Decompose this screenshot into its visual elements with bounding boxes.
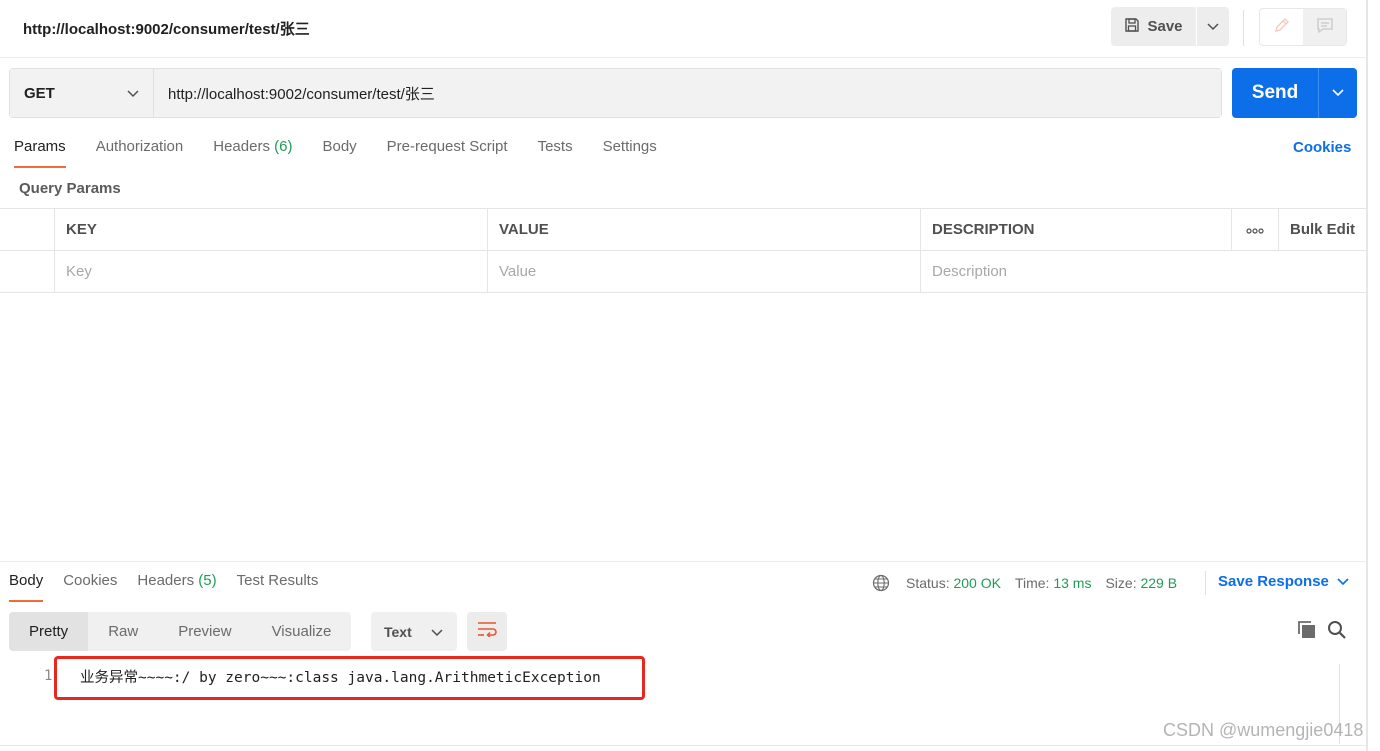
- tab-body[interactable]: Body: [322, 138, 356, 168]
- tab-label: Test Results: [236, 572, 319, 589]
- annotation-highlight-box: [54, 656, 645, 700]
- save-response-label: Save Response: [1218, 573, 1329, 590]
- column-description: DESCRIPTION: [920, 209, 1231, 250]
- tab-label: Headers: [137, 572, 195, 589]
- row-checkbox: [0, 251, 54, 292]
- save-options-button[interactable]: [1197, 7, 1229, 46]
- tab-label: Params: [14, 138, 66, 155]
- params-header-row: KEY VALUE DESCRIPTION Bulk Edit: [0, 209, 1366, 251]
- pencil-icon: [1273, 16, 1291, 39]
- tab-label: Body: [9, 572, 44, 589]
- query-params-title: Query Params: [19, 180, 121, 197]
- tab-label: Body: [322, 138, 357, 155]
- doc-tools: [1259, 8, 1347, 46]
- save-button-group: Save: [1111, 7, 1229, 46]
- method-label: GET: [24, 84, 55, 102]
- line-number: 1: [44, 668, 53, 684]
- watermark: CSDN @wumengjie0418: [1163, 720, 1364, 740]
- save-button[interactable]: Save: [1111, 7, 1196, 46]
- wrap-lines-icon: [476, 621, 498, 642]
- tab-label: Pre-request Script: [386, 138, 508, 155]
- tab-count: (5): [198, 572, 217, 589]
- params-input-row: Key Value Description: [0, 251, 1366, 293]
- tab-pre-request-script[interactable]: Pre-request Script: [387, 138, 508, 168]
- status-value: 200 OK: [953, 575, 1001, 591]
- chevron-down-icon: [1207, 18, 1219, 36]
- method-select[interactable]: GET: [10, 69, 154, 117]
- value-input[interactable]: Value: [487, 251, 920, 292]
- bulk-edit-button[interactable]: Bulk Edit: [1278, 209, 1366, 250]
- response-meta: Status: 200 OK Time: 13 ms Size: 229 B: [872, 573, 1177, 593]
- description-input[interactable]: Description: [920, 251, 1366, 292]
- response-tab-headers[interactable]: Headers (5): [137, 572, 216, 602]
- window-edge: [1366, 0, 1368, 751]
- response-tab-test-results[interactable]: Test Results: [237, 572, 319, 602]
- search-icon[interactable]: [1327, 620, 1347, 645]
- response-tab-body[interactable]: Body: [9, 572, 44, 602]
- tab-params[interactable]: Params: [14, 138, 66, 168]
- format-raw[interactable]: Raw: [88, 612, 158, 651]
- save-response-button[interactable]: Save Response: [1218, 573, 1349, 590]
- save-label: Save: [1147, 18, 1183, 35]
- tab-label: Tests: [537, 138, 573, 155]
- more-options-button[interactable]: [1231, 209, 1278, 250]
- time-label: Time:: [1014, 575, 1050, 591]
- request-tabs: Params Authorization Headers (6) Body Pr…: [14, 138, 687, 168]
- format-toggle: Pretty Raw Preview Visualize: [9, 612, 352, 651]
- row-checkbox-column: [0, 209, 54, 250]
- send-options-button[interactable]: [1318, 68, 1357, 118]
- response-divider: [0, 561, 1366, 562]
- tab-authorization[interactable]: Authorization: [96, 138, 184, 168]
- bottom-divider: [0, 745, 1366, 746]
- more-horizontal-icon: [1246, 221, 1264, 238]
- save-icon: [1124, 17, 1140, 37]
- toolbar-divider: [1243, 10, 1244, 46]
- tab-tests[interactable]: Tests: [538, 138, 573, 168]
- cookies-link[interactable]: Cookies: [1293, 139, 1351, 156]
- tab-label: Cookies: [63, 572, 118, 589]
- size-label: Size:: [1105, 575, 1137, 591]
- body-type-label: Text: [384, 623, 412, 640]
- tab-count: (6): [274, 138, 293, 155]
- tab-label: Headers: [213, 138, 270, 155]
- copy-icon[interactable]: [1297, 620, 1317, 645]
- size-value: 229 B: [1140, 575, 1178, 591]
- url-bar: GET http://localhost:9002/consumer/test/…: [9, 68, 1222, 118]
- format-visualize[interactable]: Visualize: [252, 612, 352, 651]
- params-table: KEY VALUE DESCRIPTION Bulk Edit Key Valu…: [0, 208, 1366, 293]
- time-value: 13 ms: [1053, 575, 1092, 591]
- chevron-down-icon: [127, 85, 139, 102]
- format-pretty[interactable]: Pretty: [9, 612, 89, 651]
- comment-icon: [1316, 16, 1334, 39]
- chevron-down-icon: [431, 624, 443, 640]
- send-button[interactable]: Send: [1232, 68, 1318, 118]
- tab-label: Authorization: [95, 138, 184, 155]
- tab-headers[interactable]: Headers (6): [213, 138, 292, 168]
- request-tab-title[interactable]: http://localhost:9002/consumer/test/张三: [23, 18, 310, 39]
- tab-settings[interactable]: Settings: [603, 138, 657, 168]
- response-tabs: Body Cookies Headers (5) Test Results: [9, 572, 338, 602]
- chevron-down-icon: [1337, 573, 1349, 590]
- globe-icon[interactable]: [872, 574, 890, 592]
- wrap-lines-button[interactable]: [467, 612, 507, 651]
- comments-button[interactable]: [1303, 9, 1346, 45]
- url-input[interactable]: http://localhost:9002/consumer/test/张三: [154, 69, 1221, 117]
- body-type-select[interactable]: Text: [371, 612, 457, 651]
- column-key: KEY: [54, 209, 487, 250]
- send-button-group: Send: [1232, 68, 1357, 118]
- top-bar: http://localhost:9002/consumer/test/张三 S…: [0, 0, 1366, 58]
- tab-label: Settings: [602, 138, 657, 155]
- format-preview[interactable]: Preview: [158, 612, 251, 651]
- chevron-down-icon: [1332, 84, 1344, 102]
- column-value: VALUE: [487, 209, 920, 250]
- status-divider: [1205, 571, 1206, 595]
- response-tab-cookies[interactable]: Cookies: [63, 572, 117, 602]
- edit-button[interactable]: [1260, 9, 1303, 45]
- status-label: Status:: [906, 575, 950, 591]
- key-input[interactable]: Key: [54, 251, 487, 292]
